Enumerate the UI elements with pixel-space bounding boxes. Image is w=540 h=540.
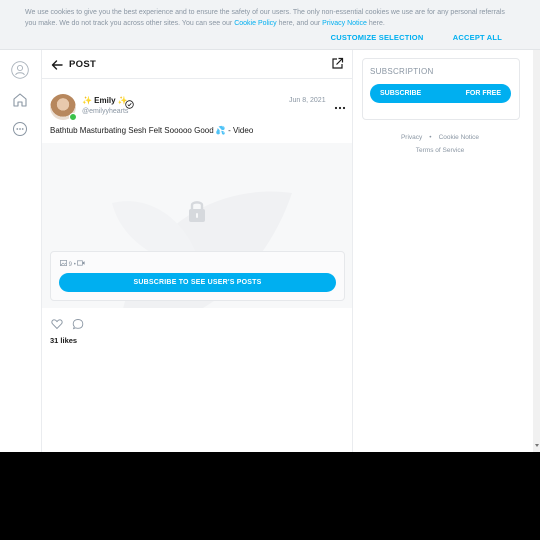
video-icon bbox=[77, 260, 86, 266]
scroll-down-arrow-icon[interactable] bbox=[535, 444, 539, 447]
image-icon bbox=[60, 260, 67, 266]
subscribe-to-see-posts-button[interactable]: SUBSCRIBE TO SEE USER'S POSTS bbox=[59, 273, 336, 292]
page-title: POST bbox=[69, 59, 97, 70]
likes-count: 31 likes bbox=[50, 336, 78, 345]
post-text: Bathtub Masturbating Sesh Felt Sooooo Go… bbox=[50, 126, 254, 135]
app-viewport: We use cookies to give you the best expe… bbox=[0, 0, 540, 452]
comment-icon[interactable] bbox=[72, 317, 84, 330]
post-author: ✨ Emily ✨ @emilyyhearts Jun 8, 2021 bbox=[50, 94, 350, 122]
media-count: 9 • bbox=[60, 260, 86, 268]
post-column: POST ✨ Emily ✨ @emilyyhearts Jun 8, 2021… bbox=[42, 50, 353, 452]
privacy-notice-link[interactable]: Privacy Notice bbox=[322, 20, 367, 27]
subscribe-box: 9 • SUBSCRIBE TO SEE USER'S POSTS bbox=[50, 251, 345, 301]
footer-links: Privacy • Cookie Notice Terms of Service bbox=[362, 131, 518, 157]
profile-icon[interactable] bbox=[11, 61, 29, 79]
scrollbar[interactable] bbox=[533, 50, 540, 452]
subscription-card: SUBSCRIPTION SUBSCRIBE FOR FREE bbox=[362, 58, 520, 120]
share-icon[interactable] bbox=[331, 57, 344, 70]
price-label: FOR FREE bbox=[465, 90, 501, 97]
online-status-icon bbox=[69, 113, 77, 121]
author-handle[interactable]: @emilyyhearts bbox=[82, 108, 128, 115]
terms-link[interactable]: Terms of Service bbox=[416, 147, 464, 154]
verified-icon bbox=[125, 96, 134, 109]
separator-dot-icon: • bbox=[73, 262, 76, 268]
cookie-policy-link[interactable]: Cookie Policy bbox=[234, 20, 276, 27]
post-header: POST bbox=[42, 50, 352, 79]
cookie-text: We use cookies to give you the best expe… bbox=[25, 9, 505, 27]
left-nav-rail bbox=[0, 50, 42, 452]
cookie-banner: We use cookies to give you the best expe… bbox=[0, 0, 540, 50]
separator-dot-icon: • bbox=[429, 134, 432, 141]
lock-icon bbox=[187, 198, 207, 224]
customize-selection-button[interactable]: CUSTOMIZE SELECTION bbox=[331, 33, 424, 42]
home-icon[interactable] bbox=[11, 91, 29, 109]
back-arrow-icon[interactable] bbox=[50, 58, 64, 72]
author-name[interactable]: ✨ Emily ✨ bbox=[82, 96, 128, 105]
accept-all-button[interactable]: ACCEPT ALL bbox=[453, 33, 502, 42]
locked-media: 9 • SUBSCRIBE TO SEE USER'S POSTS bbox=[42, 143, 352, 308]
heart-icon[interactable] bbox=[51, 317, 63, 330]
privacy-link[interactable]: Privacy bbox=[401, 134, 422, 141]
subscription-title: SUBSCRIPTION bbox=[370, 67, 434, 76]
subscribe-free-button[interactable]: SUBSCRIBE FOR FREE bbox=[370, 84, 511, 103]
more-horizontal-icon[interactable] bbox=[334, 98, 346, 110]
media-count-value: 9 bbox=[68, 262, 73, 268]
cookie-notice-link[interactable]: Cookie Notice bbox=[439, 134, 479, 141]
post-date: Jun 8, 2021 bbox=[289, 97, 326, 104]
more-options-icon[interactable] bbox=[11, 120, 29, 138]
subscribe-label: SUBSCRIBE bbox=[380, 90, 422, 97]
